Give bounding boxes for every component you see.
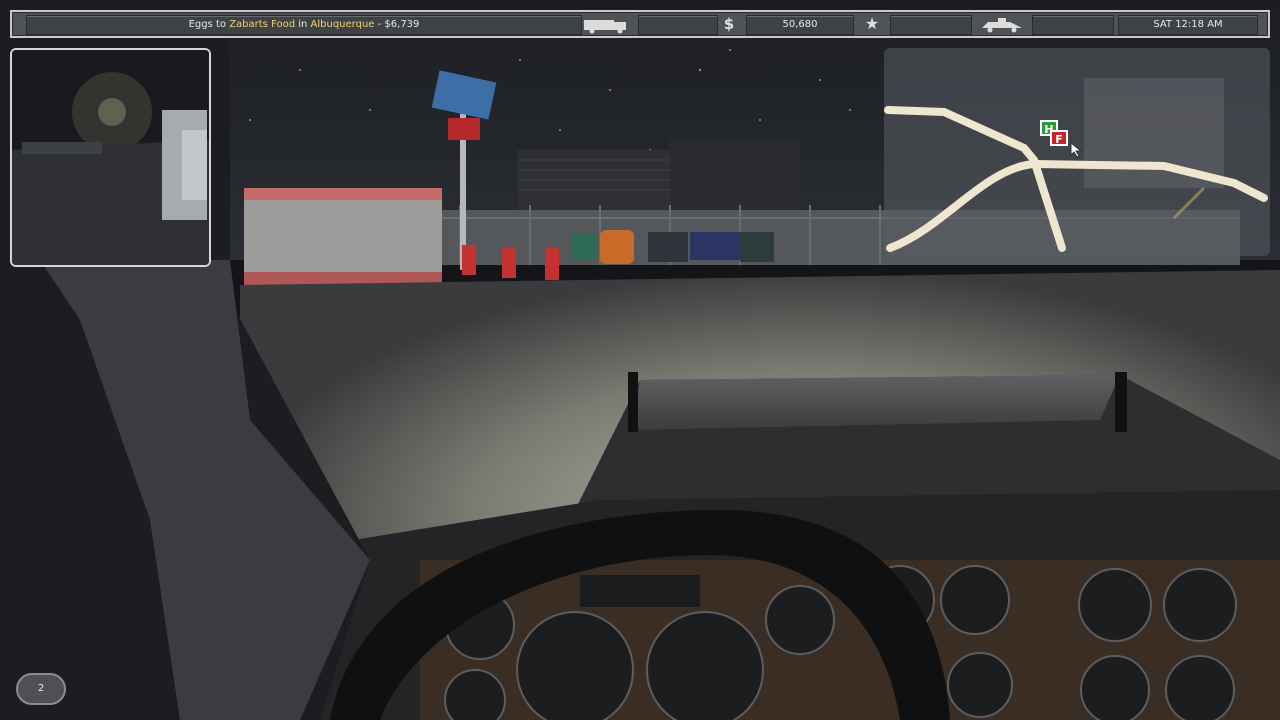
minimap: H F — [884, 48, 1270, 256]
money-value: 50,680 — [746, 15, 854, 35]
police-car-icon — [976, 14, 1028, 34]
job-city: Albuquerque — [310, 19, 375, 30]
rating-bar — [890, 15, 972, 35]
game-clock: SAT 12:18 AM — [1118, 15, 1258, 35]
truck-icon — [582, 14, 632, 34]
wanted-bar — [1032, 15, 1114, 35]
rear-view-mirror — [10, 48, 211, 267]
top-hud-bar: Eggs to Zabarts Food in Albuquerque - $6… — [10, 10, 1270, 38]
job-connector: in — [295, 19, 311, 30]
job-company: Zabarts Food — [229, 19, 296, 30]
gear-indicator: 2 — [16, 673, 66, 705]
job-payout: - $6,739 — [374, 19, 420, 30]
map-marker-freight[interactable]: F — [1050, 130, 1068, 146]
player-cursor-icon — [1070, 142, 1083, 158]
job-cargo: Eggs to — [188, 19, 230, 30]
dollar-icon: $ — [723, 15, 735, 33]
star-icon: ★ — [864, 14, 880, 33]
fuel-gauge-bar — [638, 15, 718, 35]
job-info: Eggs to Zabarts Food in Albuquerque - $6… — [26, 15, 582, 35]
